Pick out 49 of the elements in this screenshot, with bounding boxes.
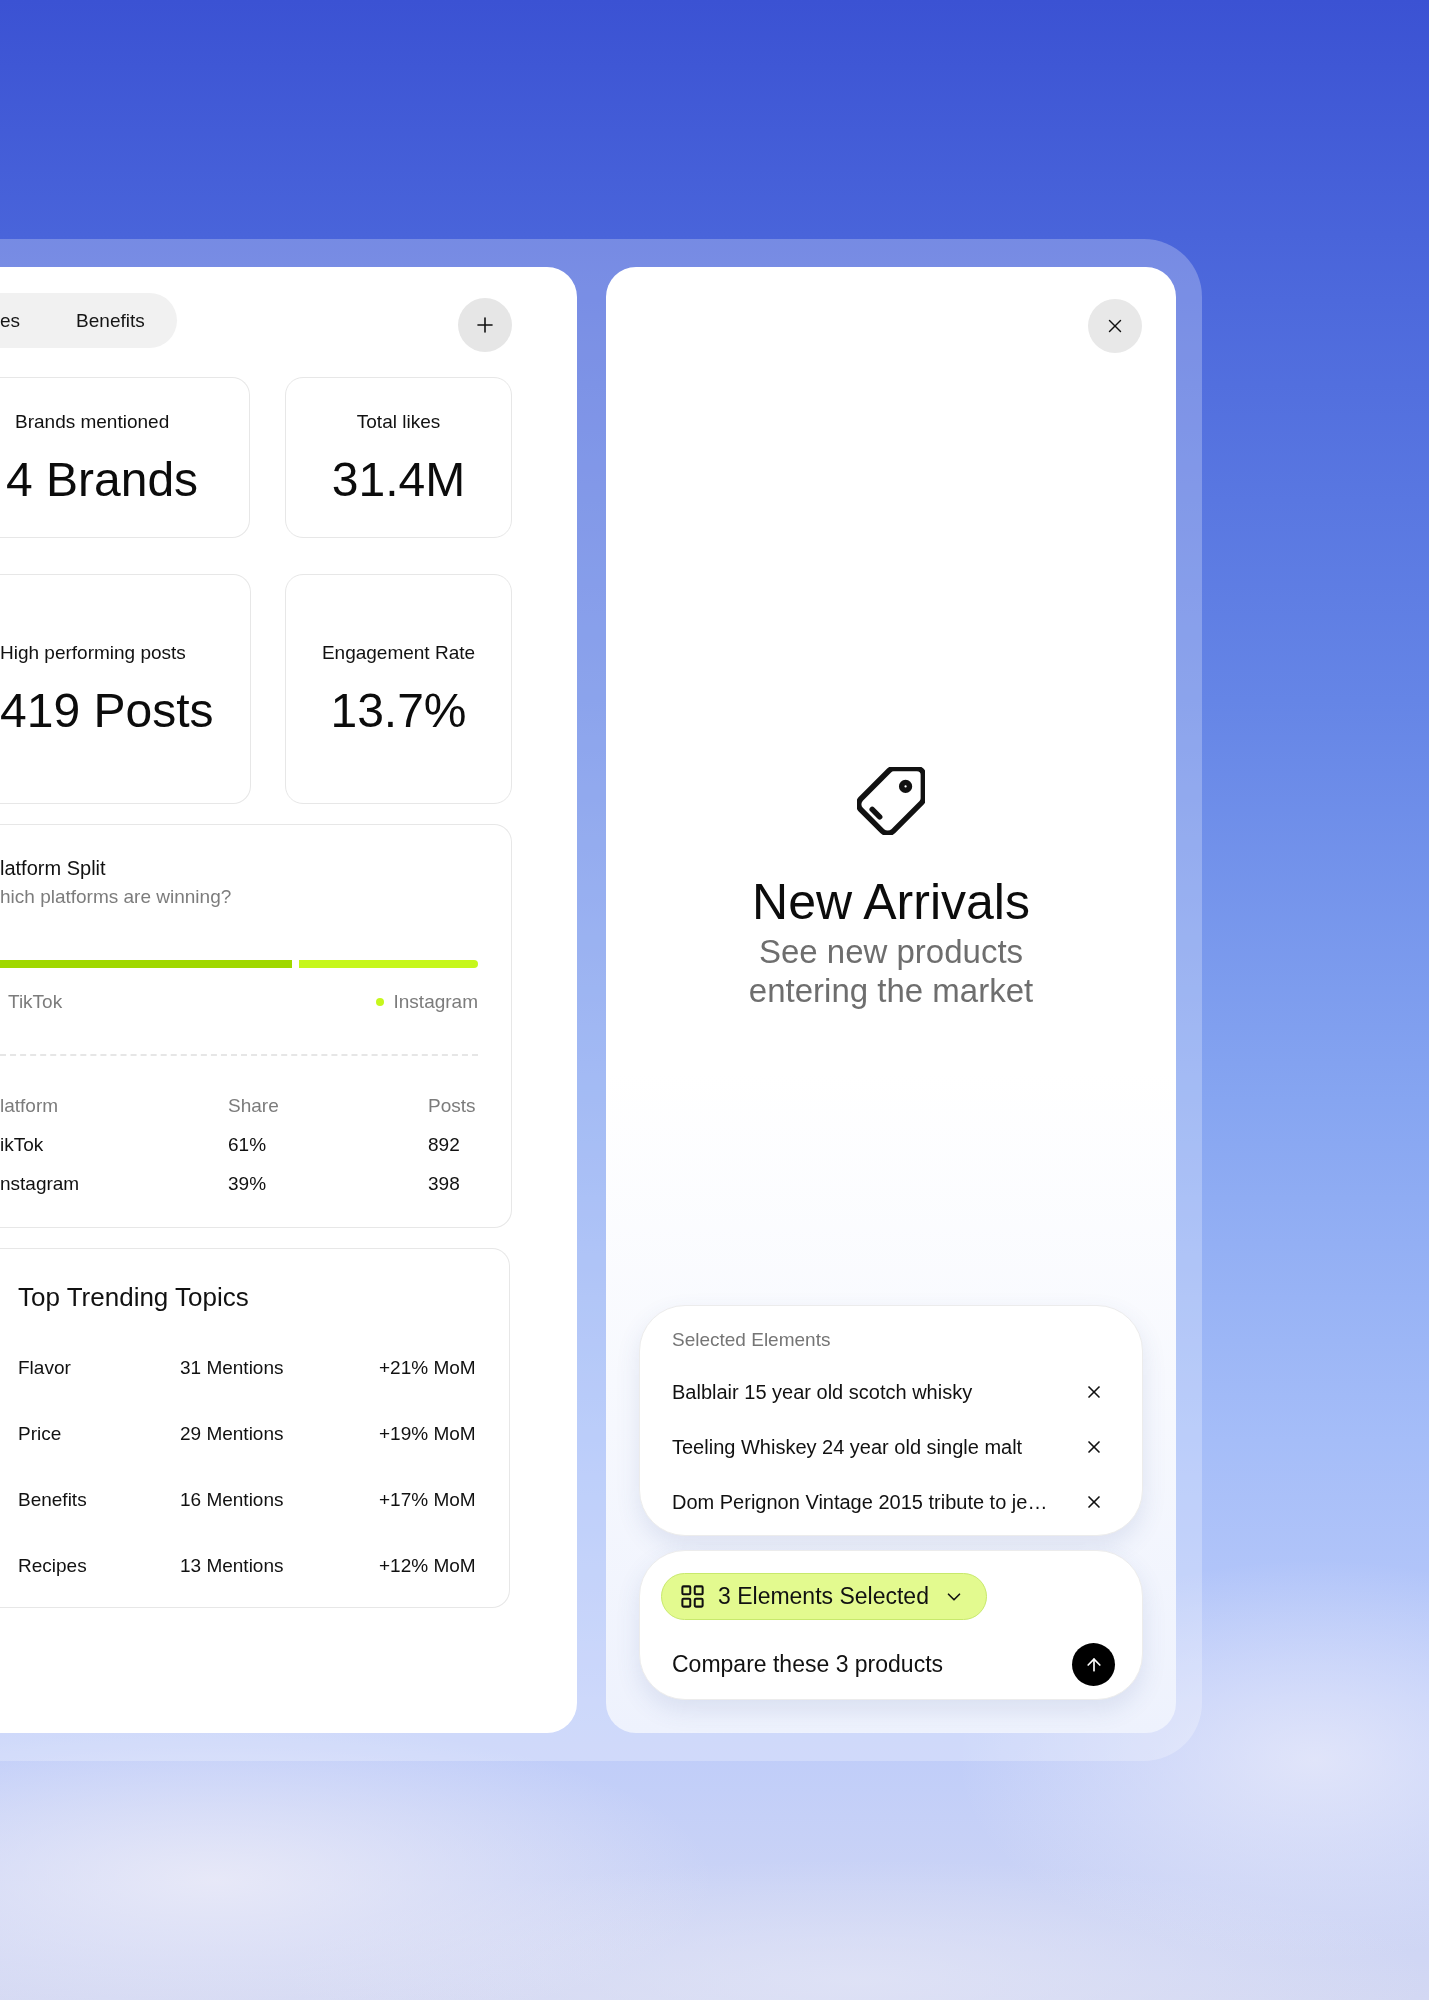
stat-label: Engagement Rate [321, 642, 476, 664]
legend-label: TikTok [8, 990, 63, 1014]
topic-name: Flavor [18, 1355, 72, 1380]
topic-name: Benefits [18, 1487, 88, 1512]
tag-icon [857, 767, 925, 835]
growth-value: +19% MoM [379, 1421, 477, 1446]
growth-value: +17% MoM [379, 1487, 477, 1512]
table-cell-text: 61% [228, 1133, 268, 1158]
empty-state-title: New Arrivals [752, 874, 1030, 930]
mention-count: 13 Mentions [180, 1553, 285, 1578]
topic-name: Recipes [18, 1553, 88, 1578]
selection-dropdown[interactable]: 3 Elements Selected [661, 1573, 987, 1620]
grid-icon [679, 1583, 706, 1610]
table-header: Share [228, 1094, 280, 1119]
table-cell-text: 398 [428, 1172, 461, 1197]
topic-name: Price [18, 1421, 63, 1446]
stat-value: 4 Brands [5, 454, 199, 505]
selected-item: Dom Perignon Vintage 2015 tribute to je… [672, 1489, 1048, 1514]
growth-value: +21% MoM [379, 1355, 477, 1380]
add-button[interactable] [458, 298, 512, 352]
table-cell-text: ikTok [0, 1133, 45, 1158]
tab[interactable]: Benefits [76, 308, 145, 333]
selected-item: Balblair 15 year old scotch whisky [672, 1379, 973, 1404]
growth-value: +12% MoM [379, 1553, 477, 1578]
table-cell-text: 39% [228, 1172, 268, 1197]
stat-value: 31.4M [331, 454, 466, 505]
selected-item: Teeling Whiskey 24 year old single malt [672, 1434, 1023, 1459]
card-title: Top Trending Topics [18, 1281, 249, 1313]
table-cell-text: nstagram [0, 1172, 81, 1197]
card-title: latform Split [0, 856, 106, 880]
stat-label: Brands mentioned [14, 410, 170, 433]
mention-count: 31 Mentions [180, 1355, 285, 1380]
message-input[interactable]: Compare these 3 products [672, 1649, 1060, 1680]
mention-count: 16 Mentions [180, 1487, 285, 1512]
stat-label: High performing posts [0, 642, 186, 664]
mention-count: 29 Mentions [180, 1421, 285, 1446]
table-cell-text: 892 [428, 1133, 461, 1158]
stat-value: 13.7% [330, 686, 467, 736]
stat-value: 419 Posts [0, 686, 214, 736]
tab[interactable]: es [0, 308, 21, 333]
table-header: Posts [428, 1094, 477, 1119]
send-button[interactable] [1072, 1643, 1115, 1686]
empty-state-subtitle: See new products entering the market [747, 932, 1035, 1010]
legend-label: Instagram [393, 990, 478, 1014]
section-label: Selected Elements [672, 1328, 831, 1352]
table-header: latform [0, 1094, 60, 1119]
close-button[interactable] [1088, 299, 1142, 353]
stat-label: Total likes [356, 410, 441, 433]
card-subtitle: hich platforms are winning? [0, 885, 232, 909]
